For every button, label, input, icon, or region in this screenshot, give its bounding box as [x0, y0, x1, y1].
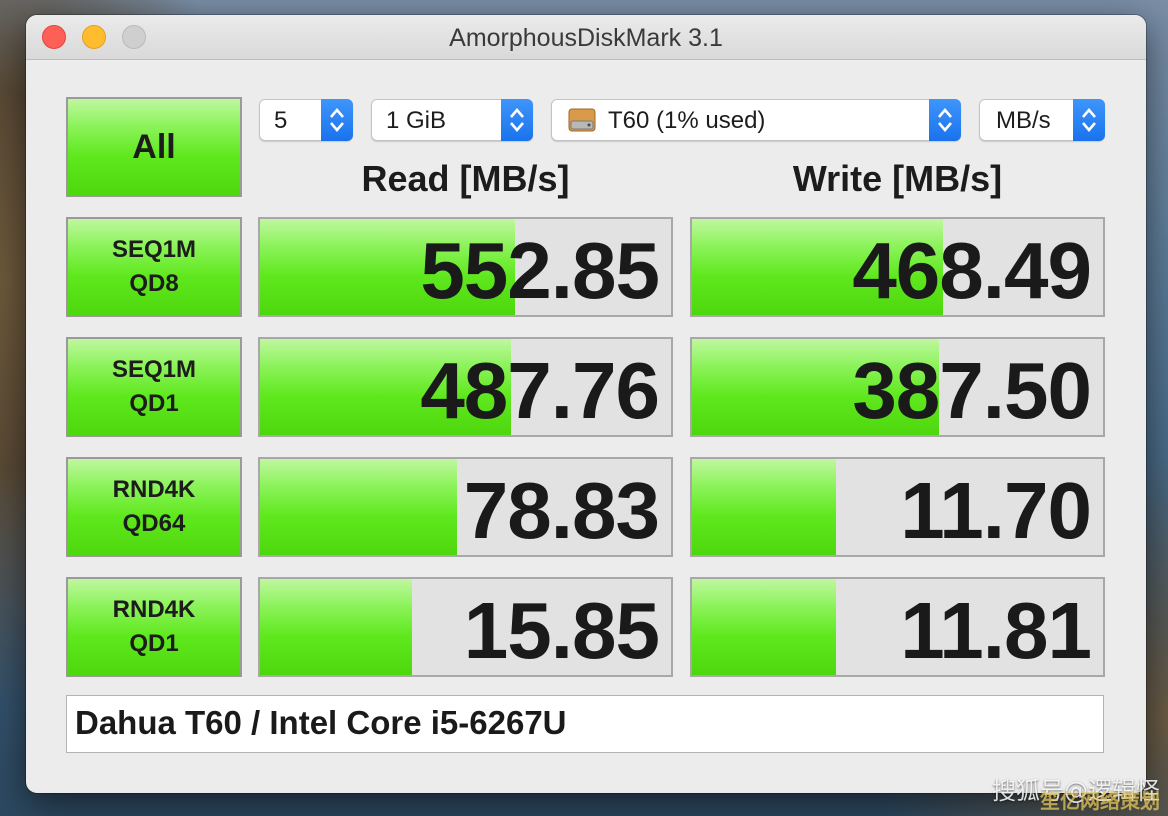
chevron-updown-icon — [929, 99, 961, 141]
test-label-line1: SEQ1M — [111, 236, 197, 263]
test-label-line2: QD1 — [129, 630, 179, 657]
write-column-header: Write [MB/s] — [792, 158, 1003, 199]
test-size-value: 1 GiB — [386, 107, 447, 134]
rnd4k-qd64-button[interactable]: RND4K QD64 — [66, 457, 242, 557]
read-result-meter: 552.85 — [258, 217, 673, 317]
test-label-line1: RND4K — [112, 596, 196, 623]
read-result-meter: 487.76 — [258, 337, 673, 437]
test-count-select[interactable]: 5 — [259, 99, 353, 141]
all-button[interactable]: All — [66, 97, 242, 197]
title-bar: AmorphousDiskMark 3.1 — [26, 15, 1146, 60]
read-meter-fill — [260, 579, 413, 675]
chevron-updown-icon — [321, 99, 353, 141]
write-result-meter: 468.49 — [690, 217, 1105, 317]
test-label-line1: SEQ1M — [111, 356, 197, 383]
comment-text: Dahua T60 / Intel Core i5-6267U — [75, 704, 567, 741]
read-result-meter: 78.83 — [258, 457, 673, 557]
write-result-meter: 11.70 — [690, 457, 1105, 557]
test-size-select[interactable]: 1 GiB — [371, 99, 533, 141]
read-result-value: 487.76 — [420, 346, 660, 435]
window-title: AmorphousDiskMark 3.1 — [449, 24, 723, 52]
read-result-meter: 15.85 — [258, 577, 673, 677]
unit-value: MB/s — [996, 107, 1051, 134]
hard-disk-icon — [568, 107, 596, 133]
write-result-meter: 387.50 — [690, 337, 1105, 437]
disk-value: T60 (1% used) — [608, 107, 766, 134]
seq1m-qd8-button[interactable]: SEQ1M QD8 — [66, 217, 242, 317]
read-result-value: 15.85 — [463, 586, 660, 675]
chevron-updown-icon — [1073, 99, 1105, 141]
write-result-value: 468.49 — [852, 226, 1092, 315]
write-meter-fill — [692, 459, 836, 555]
write-result-value: 11.81 — [900, 586, 1092, 675]
disk-select[interactable]: T60 (1% used) — [551, 99, 961, 141]
write-result-meter: 11.81 — [690, 577, 1105, 677]
test-label-line2: QD1 — [129, 390, 179, 417]
test-label-line2: QD8 — [129, 270, 179, 297]
write-result-value: 387.50 — [852, 346, 1092, 435]
chevron-updown-icon — [501, 99, 533, 141]
read-result-value: 552.85 — [420, 226, 660, 315]
comment-field[interactable]: Dahua T60 / Intel Core i5-6267U — [66, 695, 1104, 753]
write-result-value: 11.70 — [900, 466, 1092, 555]
seq1m-qd1-button[interactable]: SEQ1M QD1 — [66, 337, 242, 437]
test-count-value: 5 — [274, 107, 288, 134]
read-result-value: 78.83 — [463, 466, 660, 555]
write-meter-fill — [692, 579, 836, 675]
test-label-line1: RND4K — [112, 476, 196, 503]
watermark-logo-text: 笙亿网络策划 — [1040, 789, 1160, 813]
app-window: AmorphousDiskMark 3.1 All 5 1 GiB T60 (1… — [26, 15, 1146, 793]
rnd4k-qd1-button[interactable]: RND4K QD1 — [66, 577, 242, 677]
read-meter-fill — [260, 459, 458, 555]
test-label-line2: QD64 — [122, 510, 186, 537]
unit-select[interactable]: MB/s — [979, 99, 1105, 141]
read-column-header: Read [MB/s] — [361, 158, 570, 199]
